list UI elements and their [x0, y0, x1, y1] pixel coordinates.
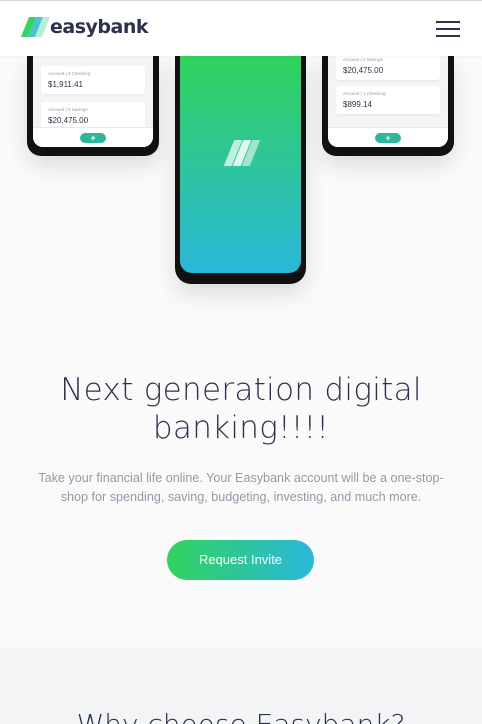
hero-subtitle: Take your financial life online. Your Ea… [38, 471, 444, 504]
account-label: Account | 2 Savings [48, 107, 88, 112]
plus-icon: + [375, 133, 401, 143]
phone-mockup-center [175, 56, 306, 284]
account-card: Account | 2 Savings $20,475.00 [41, 102, 145, 130]
phone-mockup-left: Account | 3 Checking $1,911.41 Account |… [27, 56, 159, 156]
phone-mockup-right: Account | 2 Savings $20,475.00 Account |… [322, 56, 454, 156]
account-amount: $20,475.00 [343, 66, 384, 75]
hamburger-menu-icon[interactable] [436, 21, 460, 37]
logo-text: easybank [50, 16, 149, 38]
account-label: Account | 1 Checking [343, 91, 386, 96]
logo-mark-icon [20, 17, 51, 37]
account-label: Account | 3 Checking [48, 71, 91, 76]
plus-icon: + [80, 133, 106, 143]
account-amount: $899.14 [343, 100, 372, 109]
hero-title: Next generation digital banking!!!! [60, 372, 422, 446]
account-amount: $1,911.41 [48, 80, 83, 89]
logo[interactable]: easybank [20, 16, 149, 38]
phone-screen: Account | 2 Savings $20,475.00 Account |… [328, 56, 448, 147]
phone-screen-gradient [180, 56, 301, 273]
account-amount: $20,475.00 [48, 116, 89, 125]
why-title: Why choose Easybank? [0, 708, 482, 724]
account-card: Account | 1 Checking $899.14 [336, 86, 440, 114]
why-section: Why choose Easybank? [0, 648, 482, 724]
phone-bottom-bar: + [33, 127, 153, 147]
site-header: easybank [0, 0, 482, 56]
easybank-logo-mark-icon [223, 140, 263, 166]
phone-bottom-bar: + [328, 127, 448, 147]
account-label: Account | 2 Savings [343, 57, 383, 62]
account-card: Account | 2 Savings $20,475.00 [336, 56, 440, 80]
request-invite-button[interactable]: Request Invite [167, 540, 314, 580]
phone-screen: Account | 3 Checking $1,911.41 Account |… [33, 56, 153, 147]
account-card: Account | 3 Checking $1,911.41 [41, 66, 145, 94]
